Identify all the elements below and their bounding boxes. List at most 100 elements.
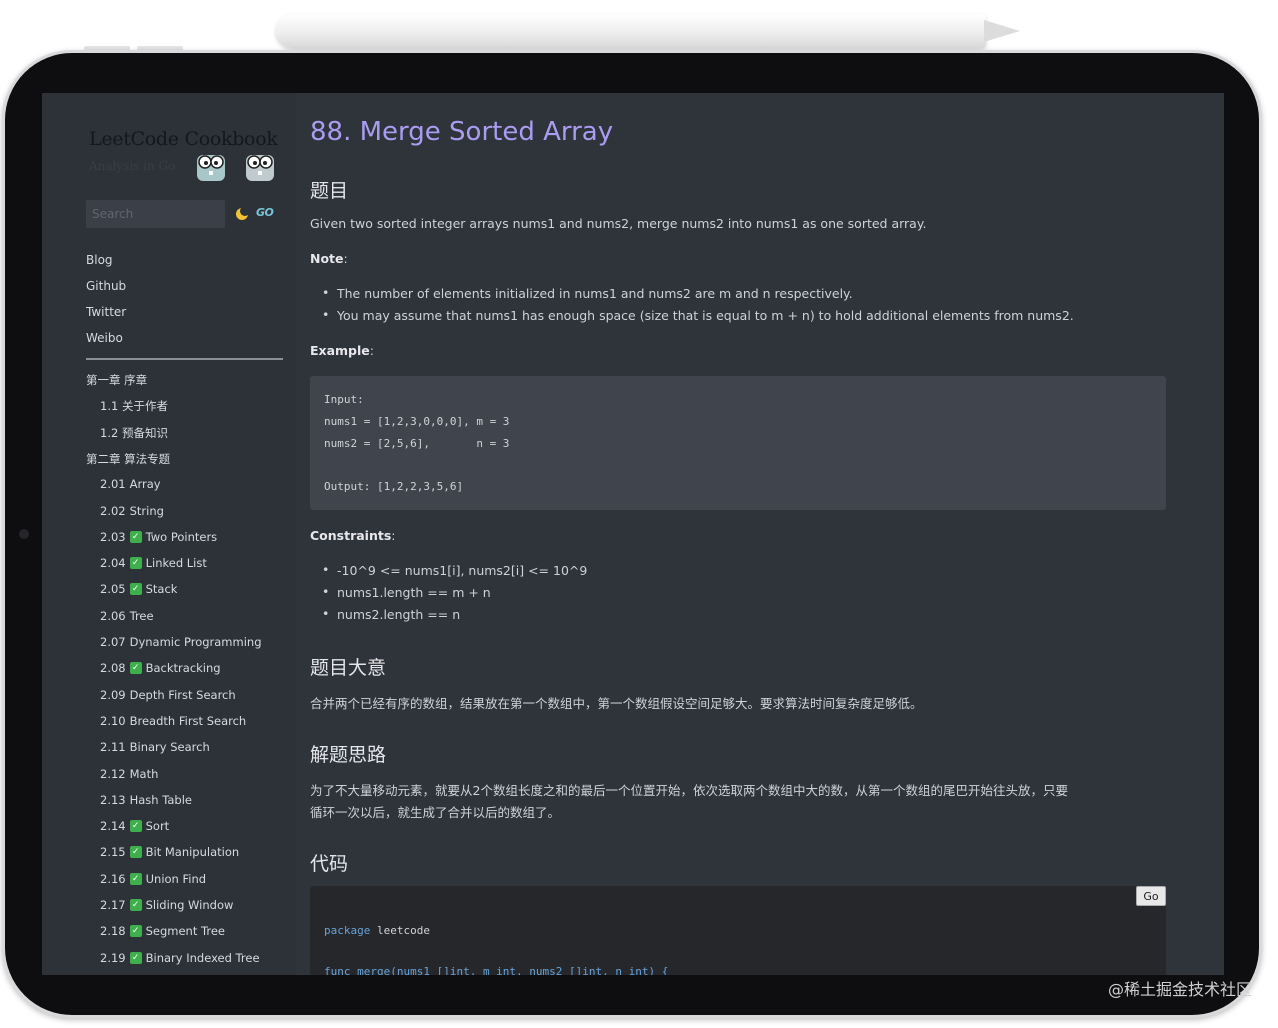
toc-item[interactable]: 2.16 ✓ Union Find <box>100 872 206 886</box>
nav-link-github[interactable]: Github <box>86 279 126 293</box>
toc-item-number: 2.09 <box>100 687 126 702</box>
checkmark-icon: ✓ <box>129 662 142 675</box>
toc-item[interactable]: 2.07 Dynamic Programming <box>100 635 262 649</box>
toc-item[interactable]: 2.15 ✓ Bit Manipulation <box>100 845 239 859</box>
toc-item[interactable]: 1.1 关于作者 <box>100 398 172 414</box>
toc-item-number: 2.12 <box>100 766 126 781</box>
toc-item[interactable]: 2.18 ✓ Segment Tree <box>100 924 225 938</box>
toc-item[interactable]: 2.08 ✓ Backtracking <box>100 661 221 675</box>
toc-item-label: Hash Table <box>129 792 192 807</box>
toc-item[interactable]: 2.10 Breadth First Search <box>100 714 246 728</box>
toc-item-label: Depth First Search <box>129 687 236 702</box>
watermark: @稀土掘金技术社区 <box>1107 980 1252 999</box>
section-heading-approach: 解题思路 <box>310 744 387 766</box>
toc-item[interactable]: 2.11 Binary Search <box>100 740 210 754</box>
section-heading-problem: 题目 <box>310 180 349 202</box>
constraints-heading: Constraints: <box>310 528 396 543</box>
toc-item-number: 2.06 <box>100 608 126 623</box>
toc-item-number: 2.15 <box>100 845 126 860</box>
constraints-colon: : <box>391 528 396 543</box>
checkmark-icon: ✓ <box>129 530 142 543</box>
toc-item-label: Sort <box>145 819 170 834</box>
toc-item[interactable]: 1.2 预备知识 <box>100 425 172 441</box>
toc-item-label: Stack <box>145 582 178 597</box>
toc-item-label: Array <box>129 477 161 492</box>
code-line: nums2 = [2,5,6], n = 3 <box>324 437 510 450</box>
example-label: Example <box>310 343 370 358</box>
logo-title[interactable]: LeetCode Cookbook <box>89 128 278 150</box>
toc-item-number: 1.1 关于作者 <box>100 399 168 414</box>
toc-item[interactable]: 2.09 Depth First Search <box>100 688 236 702</box>
toc-item-label: Binary Indexed Tree <box>145 950 260 965</box>
toc-item[interactable]: 2.17 ✓ Sliding Window <box>100 898 233 912</box>
checkmark-icon: ✓ <box>129 557 142 570</box>
checkmark-icon: ✓ <box>129 583 142 596</box>
code-line: Input: <box>324 393 364 406</box>
constraint-text: nums2.length == n <box>337 607 461 622</box>
nav-link-blog[interactable]: Blog <box>86 253 113 267</box>
list-item: -10^9 <= nums1[i], nums2[i] <= 10^9 <box>322 562 588 578</box>
note-text: The number of elements initialized in nu… <box>337 286 853 301</box>
screen: LeetCode Cookbook Analysis in Go Search … <box>42 93 1224 975</box>
toc-item-number: 第一章 序章 <box>86 373 148 387</box>
list-item: You may assume that nums1 has enough spa… <box>322 307 1074 323</box>
checkmark-icon: ✓ <box>129 925 142 938</box>
code-keyword: package <box>324 924 371 937</box>
camera <box>19 529 29 539</box>
run-go-button[interactable]: Go <box>1136 886 1166 906</box>
section-heading-code: 代码 <box>310 853 349 875</box>
toc-item-number: 2.10 <box>100 713 126 728</box>
toc-item[interactable]: 2.02 String <box>100 504 164 518</box>
nav-link-twitter[interactable]: Twitter <box>86 305 126 319</box>
toc-item-number: 2.01 <box>100 477 126 492</box>
toc-item-label: Bit Manipulation <box>145 845 240 860</box>
note-heading: Note: <box>310 251 348 266</box>
toc-item-number: 2.16 <box>100 871 126 886</box>
theme-toggle-icon[interactable] <box>234 206 250 222</box>
toc-item[interactable]: 2.05 ✓ Stack <box>100 582 177 596</box>
example-code-block: Input: nums1 = [1,2,3,0,0,0], m = 3 nums… <box>310 376 1166 510</box>
code-line: func merge(nums1 []int, m int, nums2 []i… <box>324 965 669 975</box>
list-item: nums1.length == m + n <box>322 584 491 600</box>
toc-item[interactable]: 第一章 序章 <box>86 372 151 388</box>
checkmark-icon: ✓ <box>129 820 142 833</box>
toc-item[interactable]: 2.06 Tree <box>100 609 154 623</box>
toc-item[interactable]: 2.19 ✓ Binary Indexed Tree <box>100 951 260 965</box>
toc-item[interactable]: 2.13 Hash Table <box>100 793 192 807</box>
toc-item-number: 2.17 <box>100 898 126 912</box>
toc-item-label: Two Pointers <box>145 529 218 544</box>
toc-item[interactable]: 2.14 ✓ Sort <box>100 819 169 833</box>
toc-item-number: 2.07 <box>100 635 126 649</box>
ipad-frame: LeetCode Cookbook Analysis in Go Search … <box>2 50 1262 1018</box>
gopher-icon <box>246 155 274 181</box>
list-item: nums2.length == n <box>322 606 461 622</box>
toc-item[interactable]: 2.03 ✓ Two Pointers <box>100 530 217 544</box>
checkmark-icon: ✓ <box>129 872 142 885</box>
go-logo[interactable]: GO <box>256 206 274 219</box>
toc-item[interactable]: 第二章 算法专题 <box>86 451 174 467</box>
search-input[interactable] <box>86 200 225 228</box>
toc-item-number: 2.03 <box>100 529 126 544</box>
toc-item-label: Linked List <box>145 556 207 571</box>
approach-text-line: 为了不大量移动元素，就要从2个数组长度之和的最后一个位置开始，依次选取两个数组中… <box>310 783 1068 798</box>
toc-item[interactable]: 2.04 ✓ Linked List <box>100 556 207 570</box>
toc-item-label: Math <box>129 766 159 781</box>
toc-item-number: 2.05 <box>100 582 126 597</box>
checkmark-icon: ✓ <box>129 899 142 911</box>
constraint-text: -10^9 <= nums1[i], nums2[i] <= 10^9 <box>337 563 588 578</box>
toc-item-number: 2.02 <box>100 503 126 518</box>
toc-item-label: Union Find <box>145 871 207 886</box>
toc-item-number: 2.13 <box>100 792 126 807</box>
toc-item[interactable]: 2.12 Math <box>100 767 158 781</box>
nav-link-weibo[interactable]: Weibo <box>86 331 123 345</box>
checkmark-icon: ✓ <box>129 951 142 964</box>
page-title: 88. Merge Sorted Array <box>310 117 614 147</box>
toc-item-number: 2.19 <box>100 950 126 965</box>
example-colon: : <box>369 343 374 358</box>
toc-item-number: 2.11 <box>100 740 126 755</box>
code-line: nums1 = [1,2,3,0,0,0], m = 3 <box>324 415 510 428</box>
toc-item-number: 2.08 <box>100 661 126 676</box>
toc-item[interactable]: 2.01 Array <box>100 477 161 491</box>
logo-subtitle: Analysis in Go <box>89 159 176 173</box>
constraint-text: nums1.length == m + n <box>337 585 491 600</box>
